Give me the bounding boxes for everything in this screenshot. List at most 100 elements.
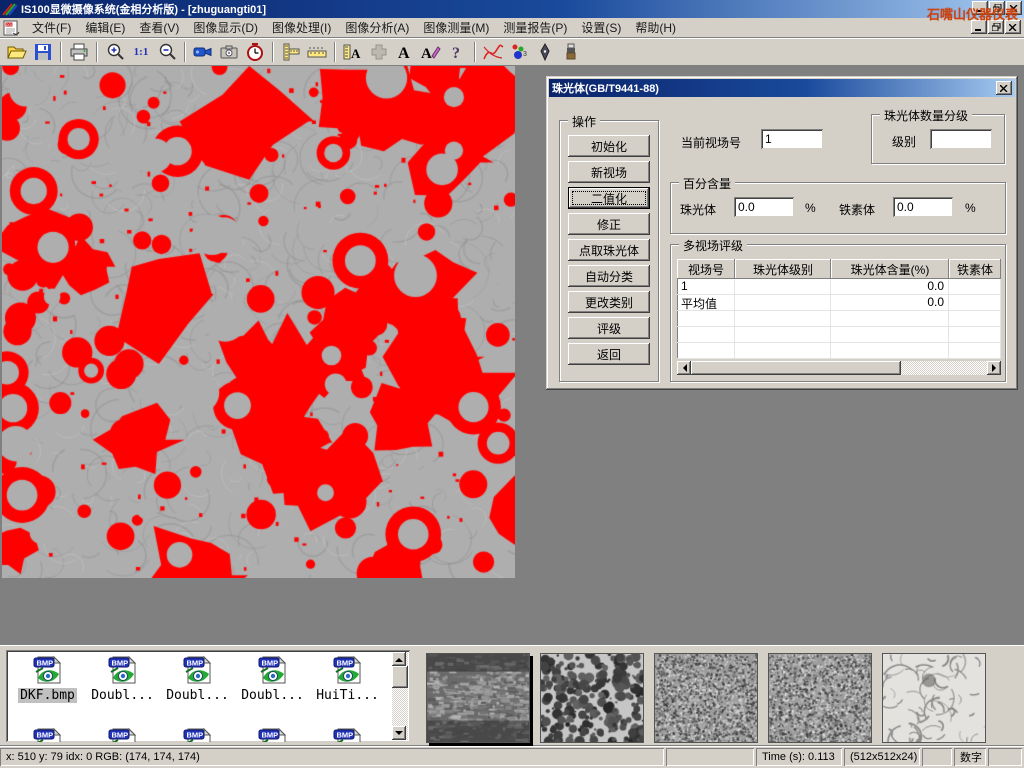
menu-edit[interactable]: 编辑(E) (78, 17, 132, 38)
ruler-measure-button[interactable] (304, 40, 330, 64)
scrollbar-thumb[interactable] (691, 361, 901, 375)
file-name: Doubl... (89, 688, 156, 703)
video-capture-button[interactable] (190, 40, 216, 64)
current-field-input[interactable] (761, 129, 823, 149)
scroll-down-button[interactable] (392, 726, 406, 740)
save-button[interactable] (30, 40, 56, 64)
annotate-button[interactable]: A (418, 40, 444, 64)
file-item[interactable]: BMP (160, 726, 235, 742)
scrollbar-thumb[interactable] (392, 666, 408, 688)
ferrite-percent-input[interactable] (893, 197, 953, 217)
thumbnail-1[interactable] (426, 653, 530, 743)
file-item[interactable]: BMP (85, 726, 160, 742)
measure-label-button[interactable]: A (340, 40, 366, 64)
col-pearlite-content[interactable]: 珠光体含量(%) (831, 259, 949, 279)
table-horizontal-scrollbar[interactable] (677, 361, 1001, 375)
menu-image-analysis[interactable]: 图像分析(A) (338, 17, 416, 38)
file-browser[interactable]: BMP DKF.bmp BMP Doubl... BMP Doubl... BM… (6, 650, 410, 742)
scroll-right-button[interactable] (987, 361, 1001, 375)
file-item[interactable]: BMP (235, 726, 310, 742)
down-arrow-icon (395, 731, 403, 739)
scrollbar-track[interactable] (392, 688, 408, 726)
file-item[interactable]: BMP (10, 726, 85, 742)
scroll-up-button[interactable] (392, 652, 406, 666)
actual-size-icon: 1:1 (134, 46, 149, 58)
close-icon (1009, 24, 1017, 31)
menu-image-display[interactable]: 图像显示(D) (186, 17, 265, 38)
brush-tool-button[interactable] (558, 40, 584, 64)
pen-tool-button[interactable] (532, 40, 558, 64)
return-button[interactable]: 返回 (568, 343, 650, 365)
svg-text:DOC: DOC (6, 23, 14, 27)
pearlite-dialog-titlebar[interactable]: 珠光体(GB/T9441-88) (549, 79, 1015, 97)
new-field-button[interactable]: 新视场 (568, 161, 650, 183)
mode-status: 数字 (954, 748, 986, 766)
change-category-button[interactable]: 更改类别 (568, 291, 650, 313)
metallograph-image[interactable] (2, 66, 515, 578)
thumbnail-2[interactable] (540, 653, 644, 743)
grade-group: 珠光体数量分级 级别 (871, 114, 1005, 164)
table-row-empty (677, 311, 1001, 327)
file-item-dkf[interactable]: BMP DKF.bmp (10, 654, 85, 703)
menu-file[interactable]: 文件(F) (25, 17, 78, 38)
timer-button[interactable] (242, 40, 268, 64)
rate-button[interactable]: 评级 (568, 317, 650, 339)
scrollbar-track[interactable] (901, 361, 987, 375)
file-item-huiti[interactable]: BMP HuiTi... (310, 654, 385, 703)
pick-pearlite-button[interactable]: 点取珠光体 (568, 239, 650, 261)
right-arrow-icon (992, 364, 1000, 372)
text-button[interactable]: A (392, 40, 418, 64)
zoom-out-button[interactable] (154, 40, 180, 64)
col-field-number[interactable]: 视场号 (677, 259, 735, 279)
table-row[interactable]: 平均值 0.0 (677, 295, 1001, 311)
bmp-file-icon: BMP (107, 726, 139, 742)
open-file-button[interactable] (4, 40, 30, 64)
file-item[interactable]: BMP (310, 726, 385, 742)
print-icon (69, 43, 89, 61)
actual-size-button[interactable]: 1:1 (128, 40, 154, 64)
camera-icon (219, 44, 239, 60)
file-list-scrollbar[interactable] (392, 652, 408, 740)
svg-text:BMP: BMP (36, 731, 53, 740)
table-row[interactable]: 1 0.0 (677, 279, 1001, 295)
count-markers-button[interactable]: 3 (506, 40, 532, 64)
auto-classify-button[interactable]: 自动分类 (568, 265, 650, 287)
caliper-measure-button[interactable] (278, 40, 304, 64)
menu-image-processing[interactable]: 图像处理(I) (265, 17, 338, 38)
file-item-doubl1[interactable]: BMP Doubl... (85, 654, 160, 703)
file-item-doubl3[interactable]: BMP Doubl... (235, 654, 310, 703)
menu-view[interactable]: 查看(V) (132, 17, 186, 38)
col-ferrite[interactable]: 铁素体 (949, 259, 1001, 279)
file-item-doubl2[interactable]: BMP Doubl... (160, 654, 235, 703)
correct-button[interactable]: 修正 (568, 213, 650, 235)
binarize-button[interactable]: 二值化 (568, 187, 650, 209)
mdi-client-area: 珠光体(GB/T9441-88) 操作 初始化 新视场 二值化 修正 点取珠光体… (0, 66, 1024, 645)
menu-measure-report[interactable]: 测量报告(P) (496, 17, 574, 38)
pearlite-percent-input[interactable] (734, 197, 794, 217)
thumbnail-4[interactable] (768, 653, 872, 743)
menu-help[interactable]: 帮助(H) (628, 17, 683, 38)
curve-tool-button[interactable] (480, 40, 506, 64)
status-bar: x: 510 y: 79 idx: 0 RGB: (174, 174, 174)… (0, 745, 1024, 768)
rating-table[interactable]: 视场号 珠光体级别 珠光体含量(%) 铁素体 1 0.0 平均值 (677, 259, 1001, 359)
svg-text:A: A (351, 46, 361, 61)
menu-image-measure[interactable]: 图像测量(M) (416, 17, 496, 38)
scroll-left-button[interactable] (677, 361, 691, 375)
initialize-button[interactable]: 初始化 (568, 135, 650, 157)
table-row-empty (677, 343, 1001, 359)
current-field-label: 当前视场号 (681, 134, 741, 151)
brush-tool-icon (563, 43, 579, 61)
zoom-in-button[interactable] (102, 40, 128, 64)
bmp-file-icon: BMP (182, 726, 214, 742)
dialog-close-button[interactable] (996, 81, 1012, 95)
col-pearlite-grade[interactable]: 珠光体级别 (735, 259, 831, 279)
thumbnail-3[interactable] (654, 653, 758, 743)
merge-button[interactable] (366, 40, 392, 64)
snapshot-button[interactable] (216, 40, 242, 64)
menu-settings[interactable]: 设置(S) (574, 17, 628, 38)
print-button[interactable] (66, 40, 92, 64)
thumbnail-5[interactable] (882, 653, 986, 743)
help-button[interactable]: ? (444, 40, 470, 64)
grade-level-input[interactable] (930, 129, 992, 149)
multi-field-group: 多视场评级 视场号 珠光体级别 珠光体含量(%) 铁素体 1 0.0 (670, 244, 1006, 382)
